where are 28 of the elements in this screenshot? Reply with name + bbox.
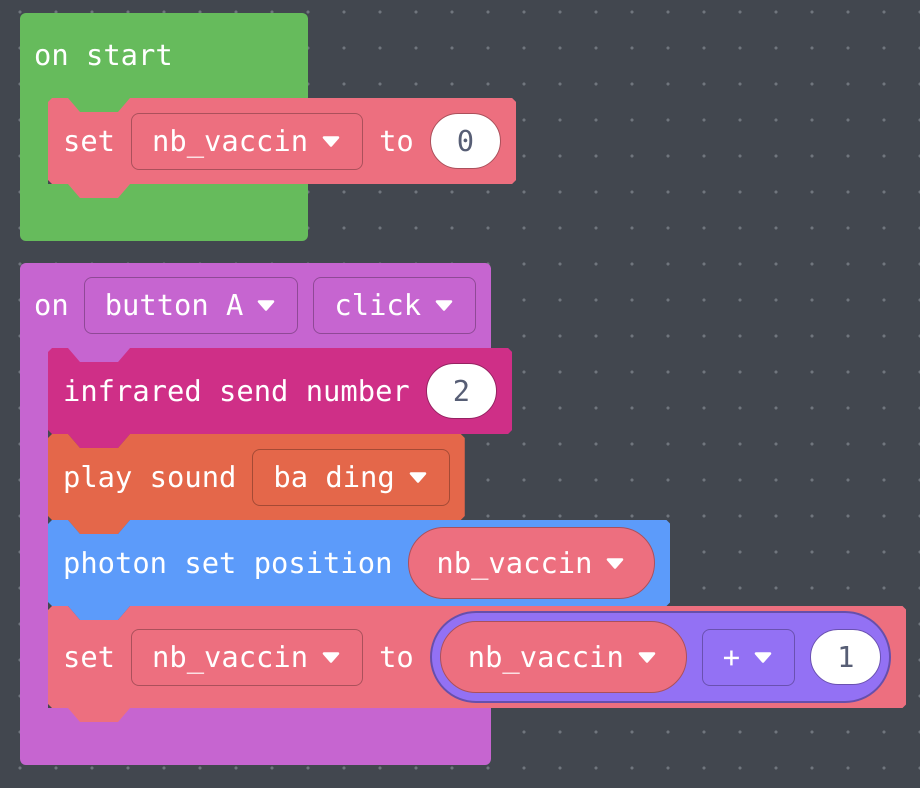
caret-icon xyxy=(322,652,340,662)
variable-reporter[interactable]: nb_vaccin xyxy=(408,527,656,599)
block-label: on start xyxy=(34,41,173,70)
dropdown[interactable]: nb_vaccin xyxy=(131,628,364,686)
block-label: set xyxy=(63,642,116,672)
caret-icon xyxy=(322,136,340,146)
caret-icon xyxy=(408,472,427,482)
dropdown[interactable]: nb_vaccin xyxy=(131,112,364,170)
number-field[interactable]: 0 xyxy=(430,113,502,169)
block-label: play sound xyxy=(63,462,236,492)
block-label: on xyxy=(34,291,69,320)
caret-icon xyxy=(754,652,772,662)
variable-reporter[interactable]: nb_vaccin xyxy=(440,621,687,693)
number-field[interactable]: 2 xyxy=(426,363,498,419)
dropdown[interactable]: + xyxy=(702,628,796,686)
caret-icon xyxy=(257,300,276,311)
caret-icon xyxy=(435,300,454,311)
dropdown[interactable]: button A xyxy=(84,277,298,334)
caret-icon xyxy=(606,558,624,568)
block-label: to xyxy=(379,642,414,672)
dropdown[interactable]: click xyxy=(313,277,476,334)
block-label: set xyxy=(63,126,116,156)
caret-icon xyxy=(638,652,656,662)
dropdown[interactable]: ba ding xyxy=(252,448,450,506)
number-field[interactable]: 1 xyxy=(810,629,882,685)
block-label: to xyxy=(379,126,414,156)
block-label: photon set position xyxy=(63,548,392,578)
block-label: infrared send number xyxy=(63,376,410,406)
